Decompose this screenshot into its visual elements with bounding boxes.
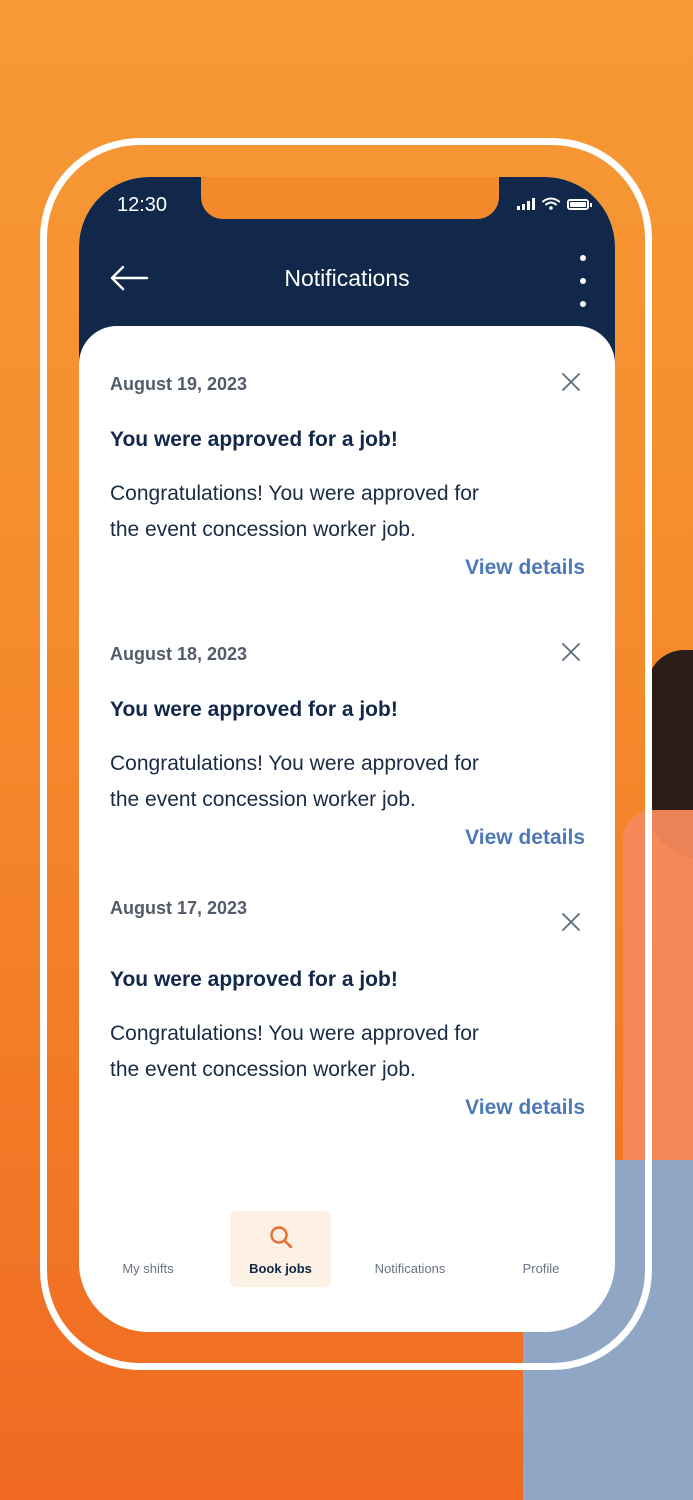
notification-headline: You were approved for a job! bbox=[110, 428, 398, 451]
notification-date: August 19, 2023 bbox=[110, 374, 248, 394]
nav-item-profile[interactable]: Profile bbox=[501, 1211, 581, 1287]
nav-item-label: My shifts bbox=[122, 1261, 174, 1276]
nav-item-label: Book jobs bbox=[249, 1261, 312, 1276]
battery-icon bbox=[567, 199, 592, 210]
notification-body-line-1: Congratulations! You were approved for bbox=[110, 752, 479, 775]
status-time: 12:30 bbox=[117, 194, 168, 216]
notification-headline: You were approved for a job! bbox=[110, 698, 398, 721]
status-icons bbox=[517, 197, 592, 210]
close-icon[interactable] bbox=[559, 640, 583, 664]
view-details-link[interactable]: View details bbox=[465, 826, 585, 850]
bottom-nav: My shifts Book jobs Notifications Profil… bbox=[79, 1211, 615, 1301]
close-icon[interactable] bbox=[559, 910, 583, 934]
signal-icon bbox=[517, 198, 535, 210]
page-title: Notifications bbox=[284, 265, 410, 291]
nav-item-notifications[interactable]: Notifications bbox=[360, 1211, 460, 1287]
wifi-icon bbox=[542, 197, 560, 210]
nav-item-book-jobs[interactable]: Book jobs bbox=[230, 1211, 331, 1287]
notification-body-line-1: Congratulations! You were approved for bbox=[110, 482, 479, 505]
close-icon[interactable] bbox=[559, 370, 583, 394]
notification-date: August 18, 2023 bbox=[110, 644, 248, 664]
notification-card: August 19, 2023 You were approved for a … bbox=[110, 373, 585, 579]
more-options-icon[interactable] bbox=[577, 255, 589, 307]
nav-item-label: Notifications bbox=[374, 1261, 446, 1276]
notification-body-line-2: the event concession worker job. bbox=[110, 518, 416, 541]
notification-headline: You were approved for a job! bbox=[110, 968, 398, 991]
notification-body-line-1: Congratulations! You were approved for bbox=[110, 1022, 479, 1045]
view-details-link[interactable]: View details bbox=[465, 1096, 585, 1120]
phone-screen: 12:30 Notifications August 19, 2023 You … bbox=[79, 177, 615, 1332]
nav-item-my-shifts[interactable]: My shifts bbox=[103, 1211, 193, 1287]
notification-card: August 17, 2023 You were approved for a … bbox=[110, 898, 585, 1119]
notification-body-line-2: the event concession worker job. bbox=[110, 788, 416, 811]
view-details-link[interactable]: View details bbox=[465, 556, 585, 580]
phone-notch bbox=[201, 177, 499, 219]
notification-card: August 18, 2023 You were approved for a … bbox=[110, 643, 585, 849]
search-icon bbox=[270, 1226, 293, 1249]
nav-item-label: Profile bbox=[522, 1261, 560, 1276]
notification-body-line-2: the event concession worker job. bbox=[110, 1058, 416, 1081]
notifications-list: August 19, 2023 You were approved for a … bbox=[79, 326, 615, 1332]
notification-date: August 17, 2023 bbox=[110, 898, 248, 918]
